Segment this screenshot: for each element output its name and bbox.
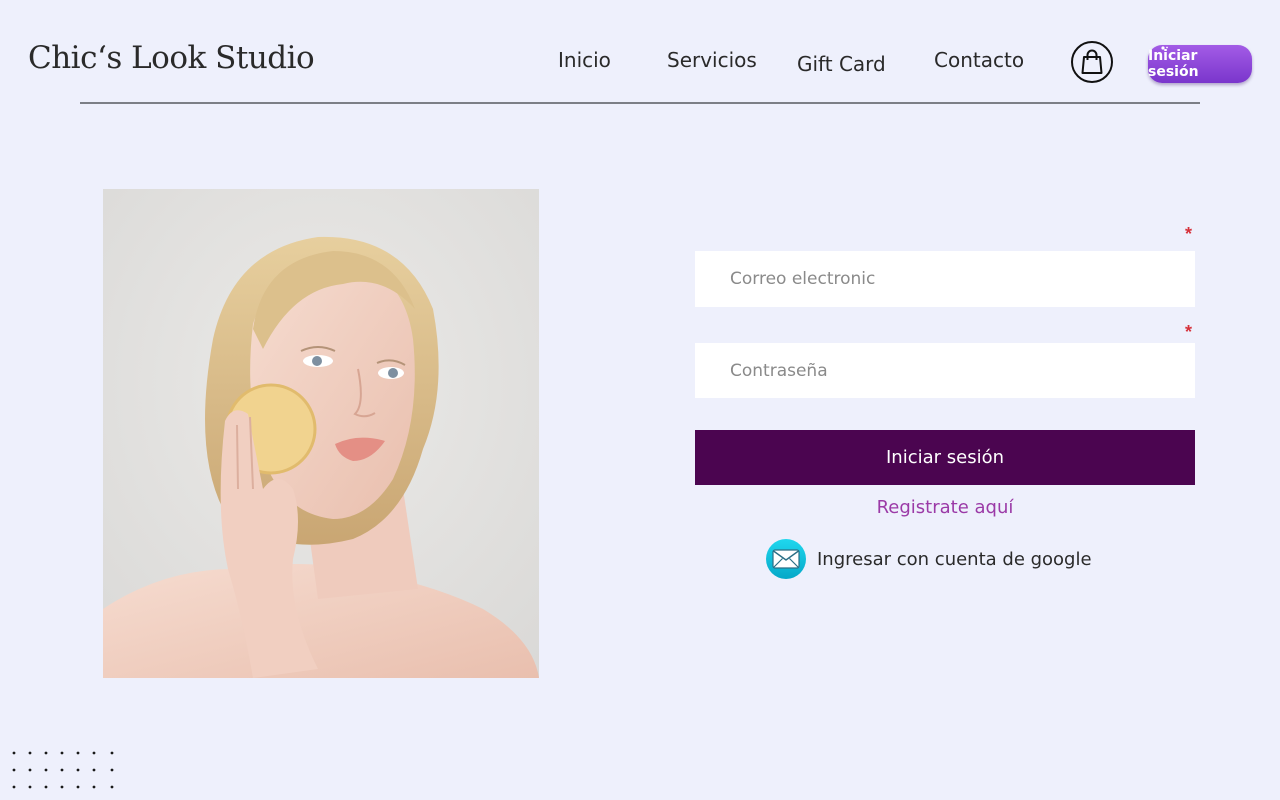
hero-illustration [103, 189, 539, 678]
nav-contacto[interactable]: Contacto [934, 48, 1024, 72]
email-required-marker: * [1185, 224, 1193, 244]
nav-inicio[interactable]: Inicio [558, 48, 611, 72]
nav-gift-card[interactable]: Gift Card [797, 52, 886, 76]
google-login-button[interactable]: Ingresar con cuenta de google [766, 539, 1092, 579]
google-login-label: Ingresar con cuenta de google [817, 548, 1092, 570]
submit-login-button[interactable]: Iniciar sesión [695, 430, 1195, 485]
cart-button[interactable] [1071, 41, 1113, 83]
header-login-label: Iniciar sesión [1148, 48, 1199, 80]
decorative-dot-grid [12, 751, 114, 789]
register-link[interactable]: Registrate aquí [695, 497, 1195, 518]
mail-envelope-icon [766, 539, 806, 579]
email-field[interactable] [695, 251, 1195, 307]
header-divider [80, 102, 1200, 104]
hero-photo [103, 189, 539, 678]
sparkle-dots-icon [1161, 46, 1168, 50]
header-login-button[interactable]: Iniciar sesión [1148, 45, 1252, 83]
brand-logo[interactable]: Chic‘s Look Studio [28, 40, 315, 76]
password-required-marker: * [1185, 322, 1193, 342]
nav-servicios[interactable]: Servicios [667, 48, 757, 72]
shopping-bag-icon [1081, 49, 1103, 74]
password-field[interactable] [695, 343, 1195, 398]
